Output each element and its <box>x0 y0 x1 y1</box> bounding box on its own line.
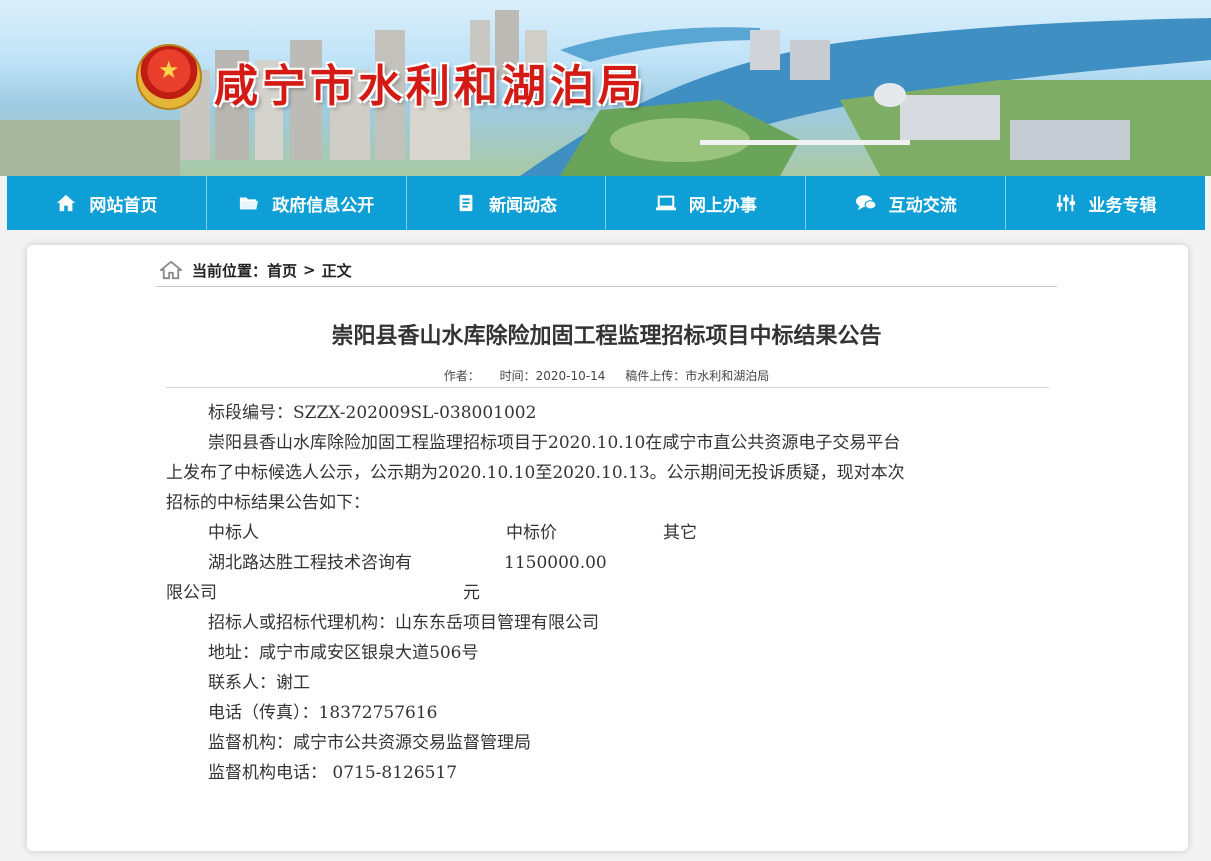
supervisor-phone-line: 监督机构电话： 0715-8126517 <box>208 763 458 783</box>
header-banner: ★ 咸宁市水利和湖泊局 <box>0 0 1211 176</box>
article-meta: 作者： 时间：2020-10-14 稿件上传：市水利和湖泊局 <box>160 367 1053 384</box>
nav-item-online-service[interactable]: 网上办事 <box>606 176 807 230</box>
col-winner-header: 中标人 <box>208 523 259 543</box>
supervisor-line: 监督机构：咸宁市公共资源交易监督管理局 <box>208 733 531 753</box>
nav-item-label: 业务专辑 <box>1088 195 1157 216</box>
main-nav: 网站首页 政府信息公开 新闻动态 网上办事 互动交流 业务专辑 <box>7 176 1205 230</box>
nav-item-news[interactable]: 新闻动态 <box>407 176 607 230</box>
document-icon <box>459 194 473 212</box>
breadcrumb-home-link[interactable]: 首页 <box>267 260 297 281</box>
breadcrumb-current: 正文 <box>321 261 352 280</box>
winner-name: 湖北路达胜工程技术咨询有 <box>208 553 412 573</box>
article-title: 崇阳县香山水库除险加固工程监理招标项目中标结果公告 <box>331 324 882 349</box>
sliders-icon <box>1056 194 1075 212</box>
price-unit: 元 <box>463 583 480 603</box>
home-icon <box>57 194 76 212</box>
result-table-header: 中标人 中标价 其它 <box>166 518 1051 548</box>
result-table-row: 限公司 元 <box>166 578 1051 608</box>
meta-divider <box>166 387 1049 388</box>
address-line: 地址：咸宁市咸安区银泉大道506号 <box>208 643 479 663</box>
contact-line: 联系人：谢工 <box>208 673 310 693</box>
nav-item-label: 新闻动态 <box>489 195 558 216</box>
national-emblem-icon: ★ <box>136 44 202 110</box>
nav-item-gov-info[interactable]: 政府信息公开 <box>207 176 407 230</box>
breadcrumb-divider <box>156 286 1057 287</box>
folder-icon <box>240 197 259 210</box>
nav-item-label: 网上办事 <box>688 195 757 216</box>
agency-line: 招标人或招标代理机构：山东东岳项目管理有限公司 <box>208 613 599 633</box>
article-body: 标段编号：SZZX-202009SL-038001002 崇阳县香山水库除险加固… <box>166 398 1051 788</box>
meta-author: 作者： <box>443 369 480 383</box>
breadcrumb: 当前位置： 首页 > 正文 <box>160 258 352 282</box>
nav-item-interaction[interactable]: 互动交流 <box>806 176 1007 230</box>
intro-line: 崇阳县香山水库除险加固工程监理招标项目于2020.10.10在咸宁市直公共资源电… <box>208 433 901 453</box>
chat-icon <box>855 195 877 211</box>
phone-line: 电话（传真）：18372757616 <box>208 703 438 723</box>
home-icon <box>160 260 182 280</box>
site-title: 咸宁市水利和湖泊局 <box>214 61 646 112</box>
breadcrumb-separator: > <box>303 261 316 279</box>
nav-item-special[interactable]: 业务专辑 <box>1006 176 1205 230</box>
col-other-header: 其它 <box>663 523 697 543</box>
nav-item-label: 网站首页 <box>89 195 158 216</box>
breadcrumb-prefix: 当前位置： <box>192 261 268 280</box>
meta-time: 时间：2020-10-14 <box>499 369 606 383</box>
meta-source: 稿件上传：市水利和湖泊局 <box>625 369 770 383</box>
laptop-icon <box>655 195 676 211</box>
nav-item-label: 政府信息公开 <box>272 195 375 216</box>
intro-line: 上发布了中标候选人公示，公示期为2020.10.10至2020.10.13。公示… <box>166 463 905 483</box>
nav-item-label: 互动交流 <box>888 195 957 216</box>
winner-name: 限公司 <box>166 583 217 603</box>
intro-line: 招标的中标结果公告如下： <box>166 493 370 513</box>
winning-price: 1150000.00 <box>504 553 607 573</box>
nav-item-home[interactable]: 网站首页 <box>7 176 207 230</box>
result-table-row: 湖北路达胜工程技术咨询有 1150000.00 <box>166 548 1051 578</box>
col-price-header: 中标价 <box>506 523 557 543</box>
section-number: 标段编号：SZZX-202009SL-038001002 <box>208 403 537 423</box>
